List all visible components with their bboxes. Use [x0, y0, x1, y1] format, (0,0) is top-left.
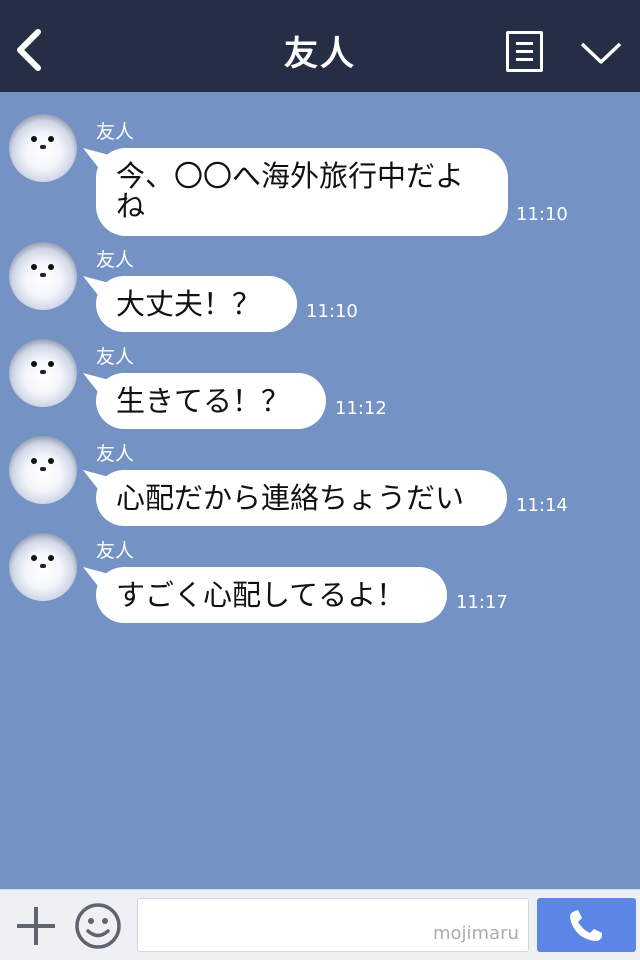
avatar-eye: [31, 555, 37, 561]
avatar-eye: [31, 264, 37, 270]
add-button[interactable]: [14, 904, 58, 948]
sender-name: 友人: [96, 346, 135, 368]
plus-icon: [17, 907, 55, 945]
avatar-beak: [40, 564, 46, 568]
notes-icon-line: [516, 50, 533, 53]
message-time: 11:14: [516, 495, 568, 516]
avatar-eye: [48, 458, 54, 464]
avatar-beak: [40, 467, 46, 471]
avatar[interactable]: [9, 436, 77, 504]
avatar-eye: [48, 361, 54, 367]
avatar-eye: [31, 361, 37, 367]
sender-name: 友人: [96, 249, 135, 271]
avatar-beak: [40, 370, 46, 374]
message-time: 11:17: [456, 592, 508, 613]
header-bar: 友人: [0, 0, 640, 92]
phone-icon: [570, 910, 602, 941]
notes-icon-line: [516, 42, 533, 45]
avatar[interactable]: [9, 339, 77, 407]
avatar-eye: [48, 136, 54, 142]
message-bubble[interactable]: すごく心配してるよ！: [96, 567, 447, 623]
message-bubble[interactable]: 心配だから連絡ちょうだい: [96, 470, 507, 526]
message-list[interactable]: 友人 今、〇〇へ海外旅行中だよね 11:10 友人 大丈夫！？ 11:10 友人…: [0, 92, 640, 889]
sender-name: 友人: [96, 443, 135, 465]
sender-name: 友人: [96, 121, 135, 143]
avatar-eye: [31, 458, 37, 464]
avatar-eye: [31, 136, 37, 142]
call-button[interactable]: [537, 898, 636, 952]
message-bubble[interactable]: 大丈夫！？: [96, 276, 297, 332]
message-time: 11:12: [335, 398, 387, 419]
avatar[interactable]: [9, 242, 77, 310]
avatar[interactable]: [9, 114, 77, 182]
avatar-eye: [48, 264, 54, 270]
chevron-down-icon: [580, 42, 622, 64]
sender-name: 友人: [96, 540, 135, 562]
watermark-text: mojimaru: [433, 923, 519, 944]
avatar-beak: [40, 273, 46, 277]
avatar[interactable]: [9, 533, 77, 601]
chat-title: 友人: [284, 34, 356, 74]
emoji-button[interactable]: [74, 902, 122, 950]
message-bubble[interactable]: 今、〇〇へ海外旅行中だよね: [96, 148, 508, 236]
notes-icon-line: [516, 58, 533, 61]
message-time: 11:10: [516, 204, 568, 225]
input-bar: mojimaru: [0, 889, 640, 960]
avatar-beak: [40, 145, 46, 149]
dropdown-button[interactable]: [578, 38, 624, 68]
message-time: 11:10: [306, 301, 358, 322]
avatar-eye: [48, 555, 54, 561]
notes-menu-button[interactable]: [506, 31, 543, 72]
message-bubble[interactable]: 生きてる！？: [96, 373, 326, 429]
smiley-icon: [75, 903, 121, 949]
